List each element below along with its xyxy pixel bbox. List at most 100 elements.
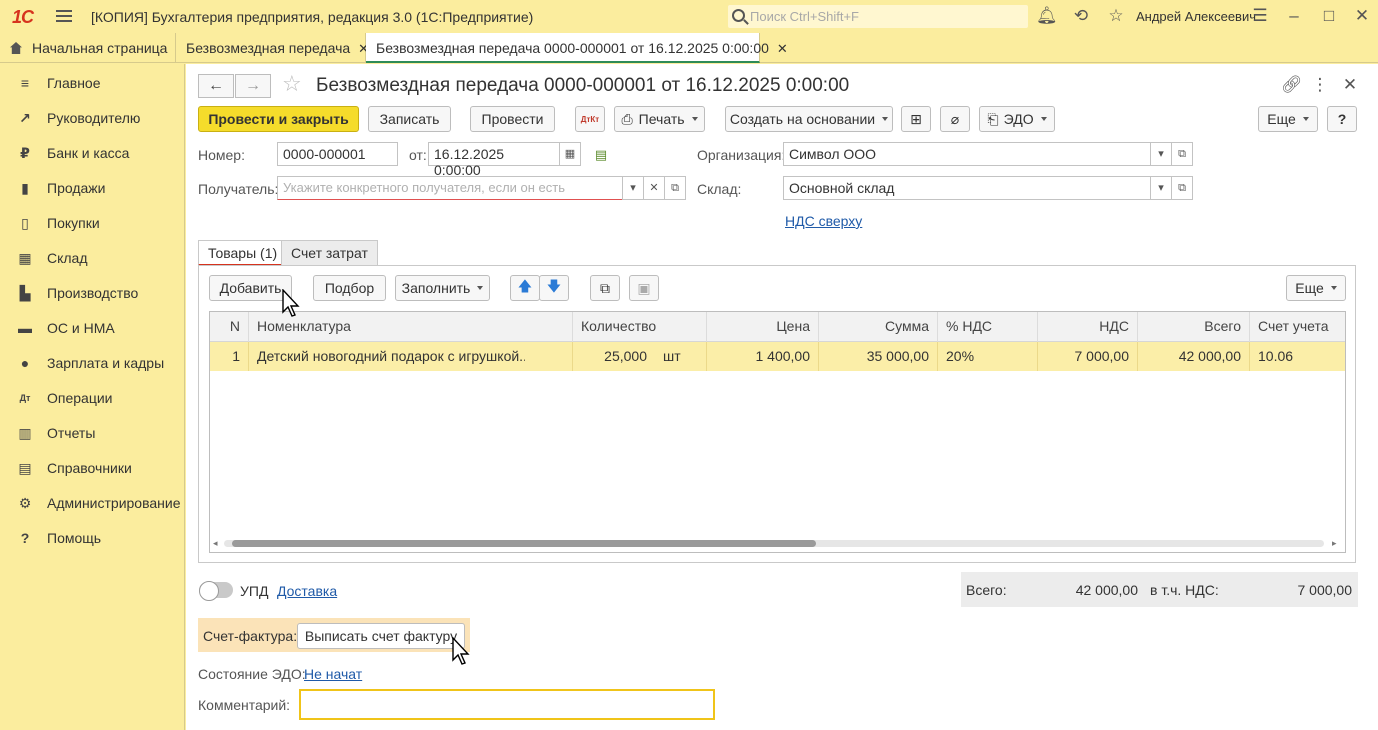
paste-button[interactable]: ▣: [629, 275, 659, 301]
date-field[interactable]: 16.12.2025 0:00:00: [428, 142, 560, 178]
chevron-down-icon[interactable]: ▾: [622, 176, 644, 200]
cell-item[interactable]: Детский новогодний подарок с игрушкой...: [249, 342, 525, 371]
save-button[interactable]: Записать: [368, 106, 451, 132]
upd-toggle[interactable]: [199, 581, 233, 601]
minimize-icon[interactable]: –: [1284, 6, 1304, 26]
close-form-icon[interactable]: ✕: [1340, 75, 1360, 95]
sidebar-item-operations[interactable]: Дт Операции: [0, 380, 185, 415]
move-down-button[interactable]: 🡇: [539, 275, 569, 301]
col-total[interactable]: Всего: [1138, 312, 1250, 342]
forward-button[interactable]: →: [235, 74, 271, 98]
sidebar-item-admin[interactable]: ⚙ Администрирование: [0, 485, 185, 520]
sidebar-item-sales[interactable]: ▮ Продажи: [0, 170, 185, 205]
post-button[interactable]: Провести: [470, 106, 555, 132]
chevron-down-icon[interactable]: ▾: [1150, 142, 1172, 166]
attachment-button[interactable]: ⌀: [940, 106, 970, 132]
gear-icon: ⚙: [18, 494, 32, 511]
cell-sum[interactable]: 35 000,00: [819, 342, 938, 371]
totals-panel: Всего: 42 000,00 в т.ч. НДС: 7 000,00: [961, 572, 1358, 607]
notifications-icon[interactable]: 🔔︎: [1036, 6, 1058, 26]
tab-cost-account[interactable]: Счет затрат: [281, 240, 378, 266]
sidebar-item-help[interactable]: ? Помощь: [0, 520, 185, 555]
cell-total[interactable]: 42 000,00: [1138, 342, 1250, 371]
tab-transfer-document[interactable]: Безвозмездная передача 0000-000001 от 16…: [366, 33, 788, 63]
maximize-icon[interactable]: □: [1319, 6, 1339, 26]
help-button[interactable]: ?: [1327, 106, 1357, 132]
organization-field[interactable]: Символ ООО: [783, 142, 1151, 166]
col-qty[interactable]: Количество: [573, 312, 707, 342]
history-icon[interactable]: ⟲: [1071, 6, 1091, 26]
pick-button[interactable]: Подбор: [313, 275, 386, 301]
comment-field[interactable]: [299, 689, 715, 720]
col-price[interactable]: Цена: [707, 312, 819, 342]
add-row-button[interactable]: Добавить: [209, 275, 292, 301]
cell-item-extra[interactable]: [525, 342, 573, 371]
chevron-down-icon[interactable]: ▾: [1150, 176, 1172, 200]
sidebar-item-reports[interactable]: ▥ Отчеты: [0, 415, 185, 450]
sidebar-item-assets[interactable]: ▬ ОС и НМА: [0, 310, 185, 345]
sidebar-item-salary[interactable]: ● Зарплата и кадры: [0, 345, 185, 380]
col-account[interactable]: Счет учета: [1250, 312, 1345, 342]
scroll-left-icon[interactable]: ◂: [213, 538, 218, 549]
sidebar-item-production[interactable]: ▙ Производство: [0, 275, 185, 310]
col-n[interactable]: N: [210, 312, 249, 342]
scrollbar-thumb[interactable]: [232, 540, 816, 547]
clear-icon[interactable]: ✕: [643, 176, 665, 200]
horizontal-scrollbar[interactable]: [224, 540, 1324, 547]
sidebar-item-catalogs[interactable]: ▤ Справочники: [0, 450, 185, 485]
sidebar-item-manager[interactable]: ↗ Руководителю: [0, 100, 185, 135]
cell-unit[interactable]: шт: [655, 342, 707, 371]
edo-state-link[interactable]: Не начат: [304, 666, 362, 682]
sidebar-item-main[interactable]: ≡ Главное: [0, 65, 185, 100]
cell-account[interactable]: 10.06: [1250, 342, 1345, 371]
search-input[interactable]: Поиск Ctrl+Shift+F: [728, 5, 1028, 28]
more-button[interactable]: Еще: [1258, 106, 1318, 132]
move-up-button[interactable]: 🡅: [510, 275, 540, 301]
fill-button[interactable]: Заполнить: [395, 275, 490, 301]
date-info-icon[interactable]: ▤: [591, 145, 611, 165]
recipient-field[interactable]: Укажите конкретного получателя, если он …: [277, 176, 623, 200]
dtkt-button[interactable]: ДтКт: [575, 106, 605, 132]
open-icon[interactable]: ⧉: [664, 176, 686, 200]
table-row[interactable]: 1 Детский новогодний подарок с игрушкой.…: [210, 342, 1345, 371]
tab-home[interactable]: Начальная страница: [0, 33, 176, 63]
close-window-icon[interactable]: ✕: [1352, 6, 1372, 26]
warehouse-field[interactable]: Основной склад: [783, 176, 1151, 200]
cell-vat-rate[interactable]: 20%: [938, 342, 1038, 371]
delivery-link[interactable]: Доставка: [277, 583, 337, 599]
copy-button[interactable]: ⧉: [590, 275, 620, 301]
sidebar-item-warehouse[interactable]: ▦ Склад: [0, 240, 185, 275]
edo-button[interactable]: ⎗ ЭДО: [979, 106, 1055, 132]
main-menu-icon[interactable]: [56, 8, 72, 24]
more-vertical-icon[interactable]: ⋮: [1310, 75, 1330, 95]
close-tab-icon[interactable]: ✕: [777, 41, 788, 56]
col-sum[interactable]: Сумма: [819, 312, 938, 342]
sidebar-item-bank[interactable]: ₽ Банк и касса: [0, 135, 185, 170]
table-more-button[interactable]: Еще: [1286, 275, 1346, 301]
cell-qty[interactable]: 25,000: [573, 342, 655, 371]
cell-price[interactable]: 1 400,00: [707, 342, 819, 371]
favorites-icon[interactable]: ☆: [1106, 6, 1126, 26]
print-button[interactable]: ⎙ Печать: [614, 106, 705, 132]
structure-button[interactable]: ⊞: [901, 106, 931, 132]
back-button[interactable]: ←: [198, 74, 234, 98]
vat-on-top-link[interactable]: НДС сверху: [785, 213, 862, 229]
favorite-star-icon[interactable]: ☆: [282, 71, 302, 97]
post-and-close-button[interactable]: Провести и закрыть: [198, 106, 359, 132]
create-based-button[interactable]: Создать на основании: [725, 106, 893, 132]
create-invoice-button[interactable]: Выписать счет фактуру: [297, 623, 465, 649]
sidebar-item-purchases[interactable]: ▯ Покупки: [0, 205, 185, 240]
user-name[interactable]: Андрей Алексеевич: [1136, 9, 1256, 24]
link-icon[interactable]: 🔗︎: [1281, 75, 1303, 95]
tab-goods[interactable]: Товары (1): [198, 240, 288, 266]
number-field[interactable]: 0000-000001: [277, 142, 398, 166]
settings-menu-icon[interactable]: ☰: [1250, 6, 1270, 26]
tab-transfer-list[interactable]: Безвозмездная передача ✕: [176, 33, 369, 63]
col-vat-rate[interactable]: % НДС: [938, 312, 1038, 342]
cell-vat[interactable]: 7 000,00: [1038, 342, 1138, 371]
calendar-icon[interactable]: ▦: [559, 142, 581, 166]
col-vat[interactable]: НДС: [1038, 312, 1138, 342]
scroll-right-icon[interactable]: ▸: [1332, 538, 1337, 549]
open-icon[interactable]: ⧉: [1171, 142, 1193, 166]
open-icon[interactable]: ⧉: [1171, 176, 1193, 200]
